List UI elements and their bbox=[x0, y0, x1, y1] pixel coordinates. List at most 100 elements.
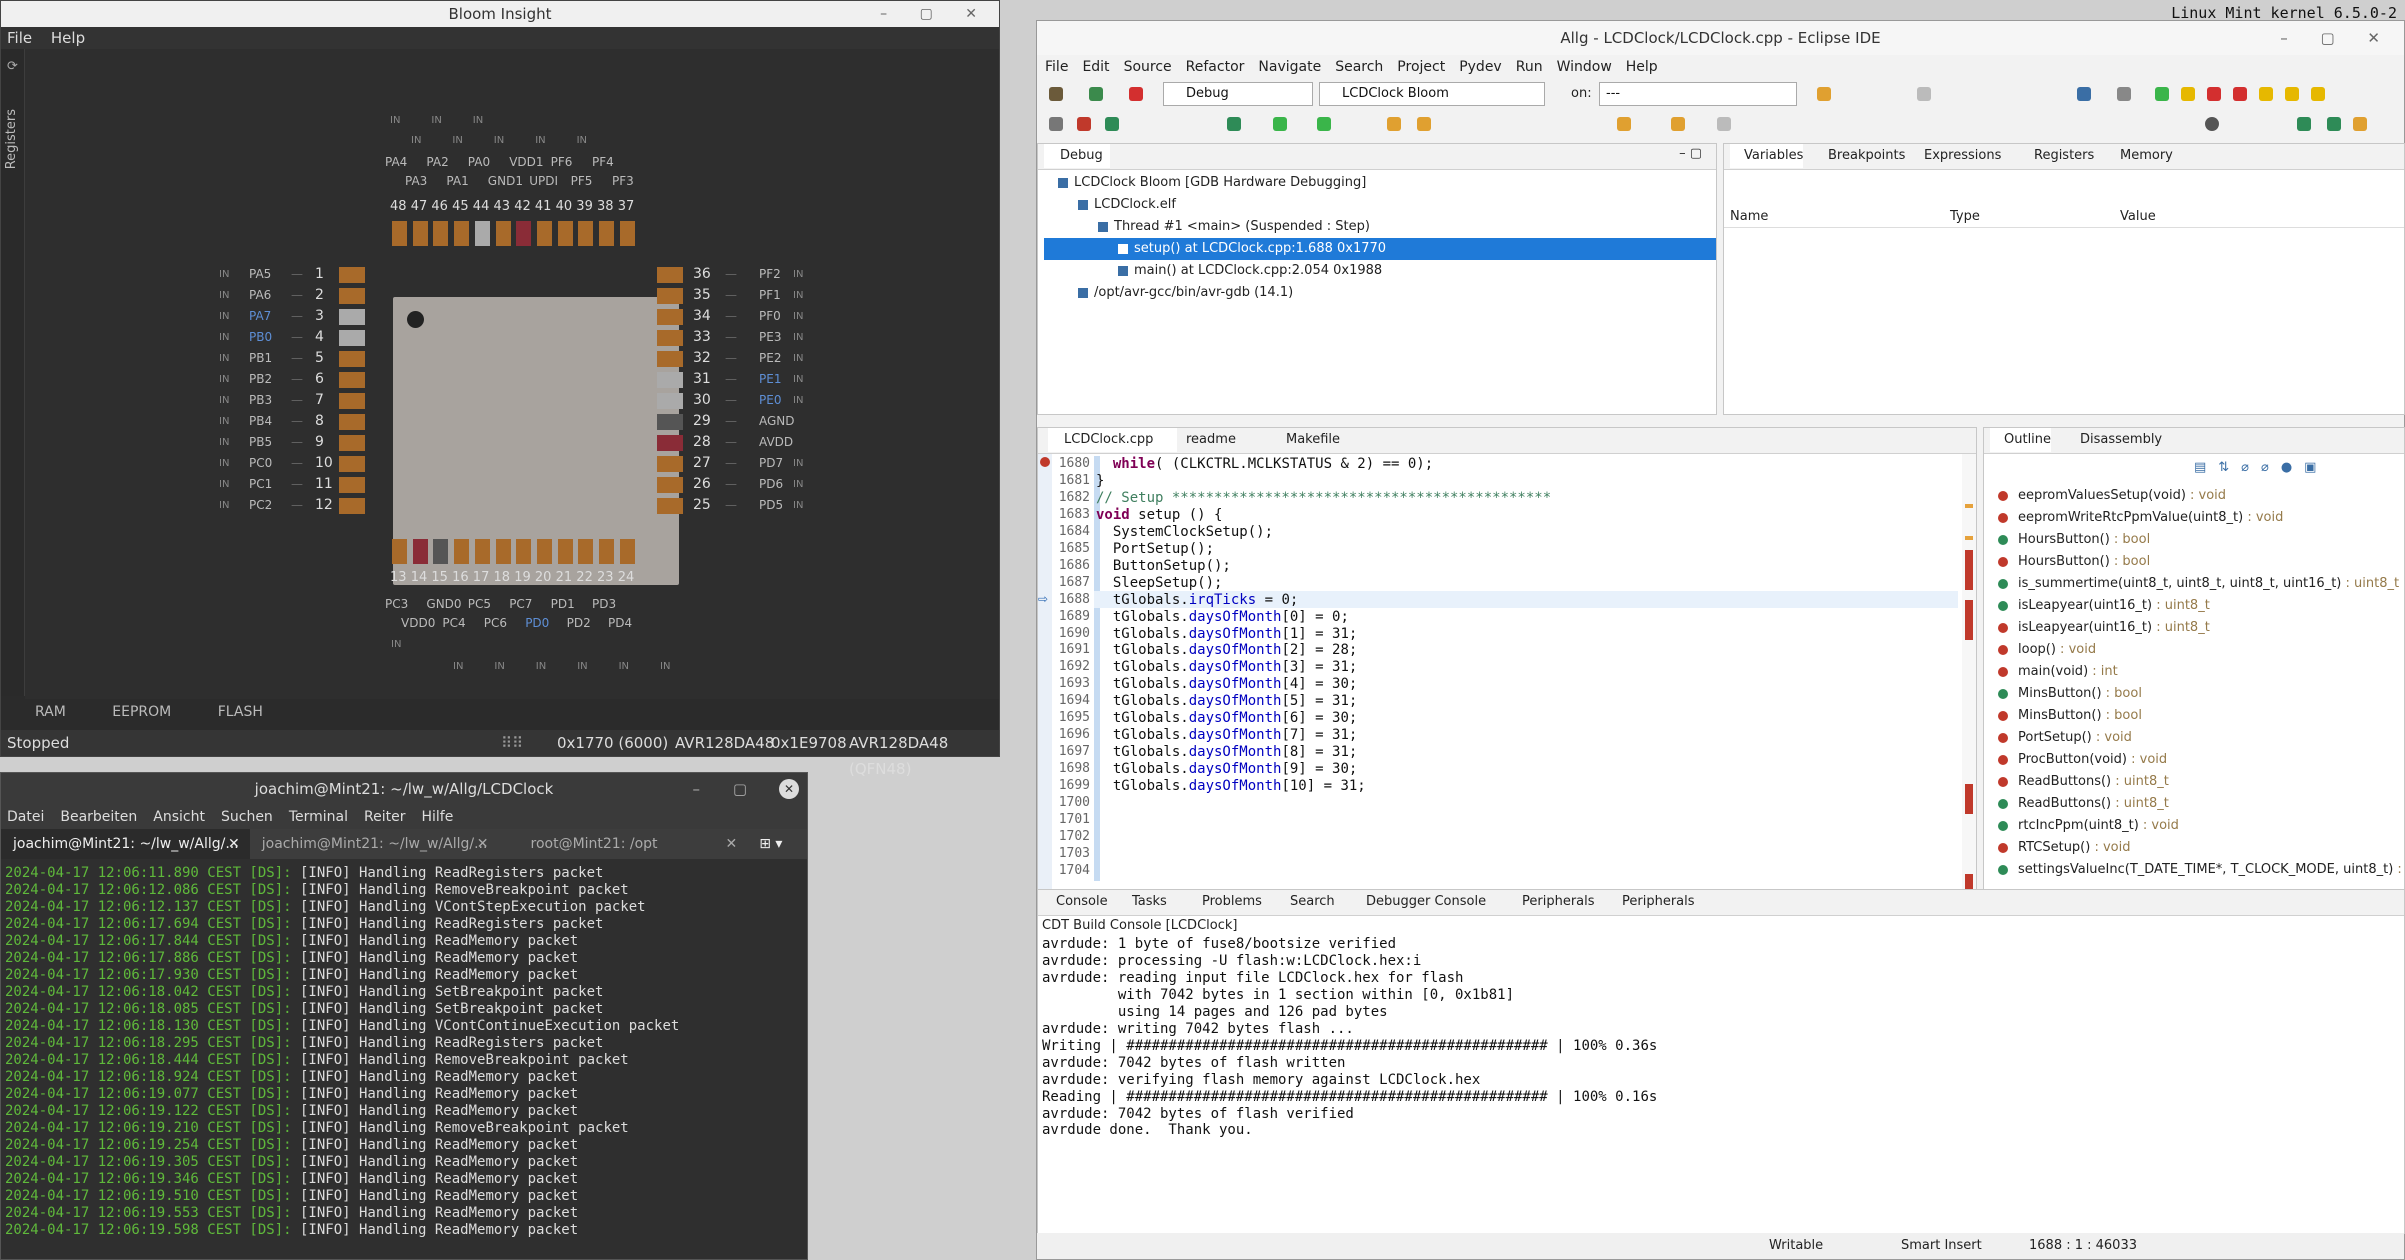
terminal-menu-bearbeiten[interactable]: Bearbeiten bbox=[60, 809, 137, 825]
right-pin-30[interactable] bbox=[657, 393, 683, 409]
outline-item[interactable]: is_summertime(uint8_t, uint8_t, uint8_t,… bbox=[1998, 576, 2399, 591]
right-pin-26[interactable] bbox=[657, 477, 683, 493]
outline-item[interactable]: isLeapyear(uint16_t) : uint8_t bbox=[1998, 620, 2210, 635]
top-pin-39[interactable] bbox=[578, 221, 594, 246]
left-pin-1[interactable] bbox=[339, 267, 365, 283]
tab-problems[interactable]: Problems bbox=[1188, 890, 1262, 914]
terminal-window-controls[interactable]: – ▢ bbox=[693, 773, 761, 805]
top-pin-45[interactable] bbox=[454, 221, 470, 246]
outline-item[interactable]: MinsButton() : bool bbox=[1998, 708, 2142, 723]
run-icon[interactable] bbox=[1273, 117, 1287, 131]
tab-outline[interactable]: Outline bbox=[1990, 428, 2052, 452]
close-icon[interactable]: ✕ bbox=[726, 829, 738, 859]
outline-item[interactable]: main(void) : int bbox=[1998, 664, 2118, 679]
refresh-icon[interactable]: ⟳ bbox=[7, 59, 18, 74]
editor-tab-lcdclock-cpp[interactable]: LCDClock.cpp bbox=[1048, 428, 1178, 452]
close-icon[interactable]: ✕ bbox=[477, 829, 489, 859]
terminal-menu-reiter[interactable]: Reiter bbox=[364, 809, 405, 825]
top-pin-44[interactable] bbox=[474, 221, 490, 246]
bottom-pin-16[interactable] bbox=[454, 539, 470, 564]
perspective-debug-icon[interactable] bbox=[2327, 117, 2341, 131]
forward-icon[interactable] bbox=[1717, 117, 1731, 131]
right-pin-28[interactable] bbox=[657, 435, 683, 451]
menu-navigate[interactable]: Navigate bbox=[1258, 59, 1321, 75]
skip-breakpoints-icon[interactable] bbox=[2117, 87, 2131, 101]
top-pin-46[interactable] bbox=[433, 221, 449, 246]
left-pin-2[interactable] bbox=[339, 288, 365, 304]
menu-source[interactable]: Source bbox=[1124, 59, 1172, 75]
bottom-pin-23[interactable] bbox=[599, 539, 614, 564]
right-pin-25[interactable] bbox=[657, 498, 683, 514]
right-pin-31[interactable] bbox=[657, 372, 683, 388]
left-pin-5[interactable] bbox=[339, 351, 365, 367]
bloom-titlebar[interactable]: Bloom Insight – ▢ ✕ bbox=[1, 1, 999, 27]
bottom-pin-19[interactable] bbox=[516, 539, 532, 564]
terminal-menu-ansicht[interactable]: Ansicht bbox=[153, 809, 205, 825]
outline-item[interactable]: rtcIncPpm(uint8_t) : void bbox=[1998, 818, 2179, 833]
outline-item[interactable]: eepromValuesSetup(void) : void bbox=[1998, 488, 2226, 503]
outline-item[interactable]: settingsValueInc(T_DATE_TIME*, T_CLOCK_M… bbox=[1998, 862, 2402, 877]
overview-ruler[interactable] bbox=[1962, 454, 1976, 904]
outline-item[interactable]: HoursButton() : bool bbox=[1998, 532, 2150, 547]
new-tab-icon[interactable]: ⊞ ▾ bbox=[747, 829, 807, 859]
left-pin-10[interactable] bbox=[339, 456, 365, 472]
terminate-icon[interactable] bbox=[2207, 87, 2221, 101]
tab-memory[interactable]: Memory bbox=[2106, 144, 2173, 168]
debug-tree-item[interactable]: LCDClock Bloom [GDB Hardware Debugging] bbox=[1044, 172, 1716, 194]
registers-pane-toggle[interactable]: Registers bbox=[4, 109, 19, 169]
right-pin-33[interactable] bbox=[657, 330, 683, 346]
debug-tree-item[interactable]: /opt/avr-gcc/bin/avr-gdb (14.1) bbox=[1044, 282, 1716, 304]
terminal-tab-2[interactable]: joachim@Mint21: ~/lw_w/Allg/... ✕ bbox=[250, 829, 499, 859]
tab-variables[interactable]: Variables bbox=[1730, 144, 1804, 168]
terminal-menu-suchen[interactable]: Suchen bbox=[221, 809, 273, 825]
terminal-menu-datei[interactable]: Datei bbox=[7, 809, 44, 825]
source-code[interactable]: while( (CLKCTRL.MCLKSTATUS & 2) == 0);} /… bbox=[1096, 456, 1551, 795]
tab-expressions[interactable]: Expressions bbox=[1910, 144, 2001, 168]
right-pin-36[interactable] bbox=[657, 267, 683, 283]
suspend-icon[interactable] bbox=[2181, 87, 2195, 101]
left-pin-12[interactable] bbox=[339, 498, 365, 514]
terminal-titlebar[interactable]: joachim@Mint21: ~/lw_w/Allg/LCDClock – ▢… bbox=[1, 773, 807, 805]
debug-tree-item[interactable]: Thread #1 <main> (Suspended : Step) bbox=[1044, 216, 1716, 238]
menu-pydev[interactable]: Pydev bbox=[1459, 59, 1502, 75]
flash-tab[interactable]: FLASH bbox=[218, 704, 263, 720]
open-type-icon[interactable] bbox=[1387, 117, 1401, 131]
right-pin-35[interactable] bbox=[657, 288, 683, 304]
tab-search[interactable]: Search bbox=[1276, 890, 1335, 914]
bottom-pin-21[interactable] bbox=[557, 539, 573, 564]
outline-item[interactable]: isLeapyear(uint16_t) : uint8_t bbox=[1998, 598, 2210, 613]
bottom-pin-24[interactable] bbox=[619, 539, 635, 564]
outline-item[interactable]: ProcButton(void) : void bbox=[1998, 752, 2167, 767]
outline-item[interactable]: loop() : void bbox=[1998, 642, 2096, 657]
step-over-icon[interactable] bbox=[2285, 87, 2299, 101]
tab-tasks[interactable]: Tasks bbox=[1118, 890, 1167, 914]
close-icon[interactable]: ✕ bbox=[228, 829, 240, 859]
debug-tree-item[interactable]: LCDClock.elf bbox=[1044, 194, 1716, 216]
menu-run[interactable]: Run bbox=[1516, 59, 1543, 75]
terminal-menu-terminal[interactable]: Terminal bbox=[289, 809, 348, 825]
outline-item[interactable]: MinsButton() : bool bbox=[1998, 686, 2142, 701]
link-icon[interactable] bbox=[1049, 117, 1063, 131]
ram-tab[interactable]: RAM bbox=[35, 704, 66, 720]
top-pin-40[interactable] bbox=[557, 221, 573, 246]
menu-refactor[interactable]: Refactor bbox=[1186, 59, 1245, 75]
column-value[interactable]: Value bbox=[2120, 206, 2156, 228]
previous-edit-icon[interactable] bbox=[1671, 117, 1685, 131]
launch-config-combo[interactable]: LCDClock Bloom bbox=[1319, 82, 1545, 106]
menu-help[interactable]: Help bbox=[1626, 59, 1658, 75]
breakpoint-icon[interactable] bbox=[1077, 117, 1091, 131]
tab-console[interactable]: Console bbox=[1042, 890, 1108, 914]
tab-debug[interactable]: Debug bbox=[1044, 144, 1110, 168]
breakpoint-marker[interactable] bbox=[1040, 457, 1050, 467]
left-pin-7[interactable] bbox=[339, 393, 365, 409]
top-pin-47[interactable] bbox=[412, 221, 428, 246]
terminal-icon[interactable] bbox=[2077, 87, 2091, 101]
bottom-pin-22[interactable] bbox=[578, 539, 594, 564]
top-pin-42[interactable] bbox=[516, 221, 532, 246]
stop-icon[interactable] bbox=[1129, 87, 1143, 101]
left-pin-4[interactable] bbox=[339, 330, 365, 346]
outline-item[interactable]: ReadButtons() : uint8_t bbox=[1998, 774, 2169, 789]
right-pin-27[interactable] bbox=[657, 456, 683, 472]
tab-breakpoints[interactable]: Breakpoints bbox=[1814, 144, 1905, 168]
quick-access-search-icon[interactable] bbox=[2205, 117, 2219, 131]
